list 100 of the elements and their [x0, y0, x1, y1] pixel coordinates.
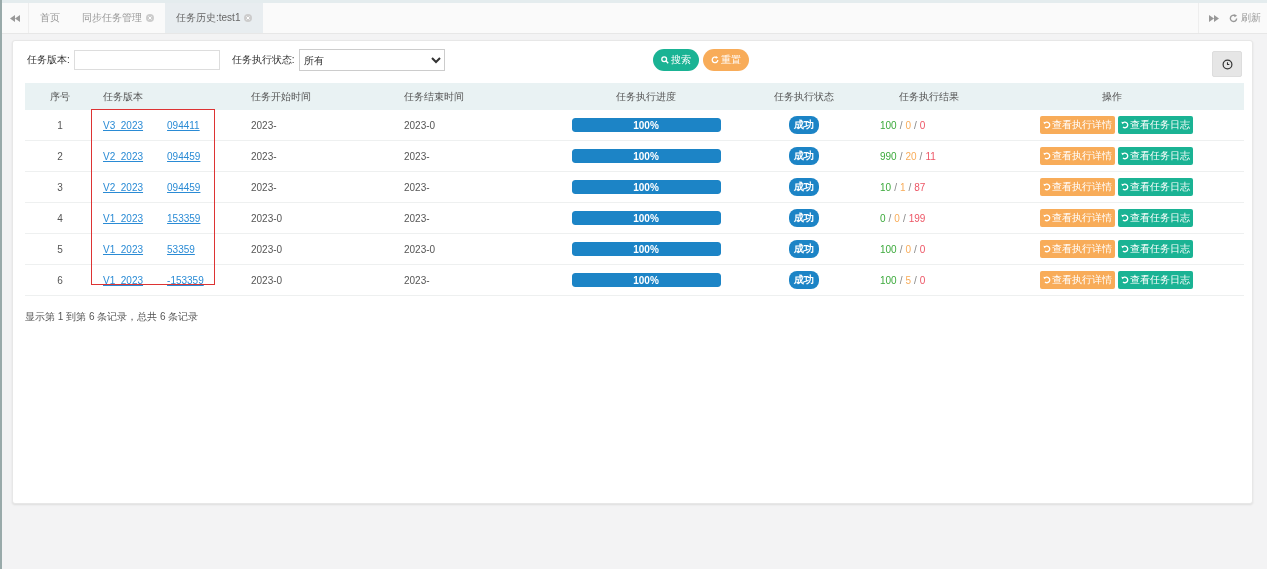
- separator: /: [914, 274, 917, 286]
- clock-button[interactable]: [1212, 51, 1242, 77]
- start-time: 2023-0: [251, 212, 283, 224]
- separator: /: [902, 212, 906, 224]
- result-count: 0: [919, 274, 926, 286]
- version-input-field[interactable]: [73, 50, 220, 70]
- log-button[interactable]: 查看任务日志: [1118, 271, 1193, 289]
- close-icon[interactable]: [146, 14, 154, 22]
- result-count: 87: [914, 181, 926, 193]
- version-link[interactable]: V1_2023: [103, 274, 144, 286]
- pagination-info: 显示第 1 到第 6 条记录，总共 6 条记录: [25, 310, 200, 324]
- separator: /: [914, 119, 917, 131]
- result-count: 11: [925, 150, 936, 162]
- log-button[interactable]: 查看任务日志: [1118, 240, 1193, 258]
- end-time: 2023-: [404, 181, 430, 193]
- separator: /: [888, 212, 892, 224]
- result-count: 0: [919, 243, 926, 255]
- start-time: 2023-0: [251, 274, 283, 286]
- row-number: 3: [57, 181, 63, 193]
- version-link[interactable]: V1_2023: [103, 212, 144, 224]
- status-badge: 成功: [789, 178, 819, 196]
- result-count: 100: [880, 243, 897, 255]
- status-dropdown[interactable]: 所有: [298, 49, 445, 71]
- column-header: 任务执行结果: [899, 90, 959, 102]
- separator: /: [899, 243, 903, 255]
- version-link[interactable]: -153359: [167, 274, 204, 286]
- version-link[interactable]: 153359: [167, 212, 201, 224]
- tab[interactable]: 同步任务管理: [71, 3, 165, 33]
- column-header: 任务结束时间: [404, 90, 464, 102]
- version-link[interactable]: V1_2023: [103, 243, 144, 255]
- version-link[interactable]: 094459: [167, 181, 201, 193]
- separator: /: [914, 243, 917, 255]
- version-link[interactable]: V2_2023: [103, 181, 144, 193]
- separator: /: [908, 181, 912, 193]
- backward-icon[interactable]: [10, 14, 20, 22]
- result-count: 0: [905, 119, 912, 131]
- column-header: 任务执行进度: [616, 90, 676, 102]
- details-button[interactable]: 查看执行详情: [1040, 178, 1115, 196]
- result-count: 1: [899, 181, 906, 193]
- progress-fill: 100%: [571, 211, 721, 225]
- search-button[interactable]: 搜索: [652, 49, 699, 71]
- version-link[interactable]: V2_2023: [103, 150, 144, 162]
- undo-icon: [1121, 245, 1129, 253]
- end-time: 2023-: [404, 274, 430, 286]
- result-count: 199: [908, 212, 926, 224]
- undo-icon: [1121, 183, 1129, 191]
- details-button[interactable]: 查看执行详情: [1040, 240, 1115, 258]
- separator: /: [899, 150, 903, 162]
- search-icon: [660, 56, 669, 64]
- row-number: 4: [57, 212, 63, 224]
- result-count: 0: [905, 243, 912, 255]
- status-badge: 成功: [789, 271, 819, 289]
- start-time: 2023-0: [251, 243, 283, 255]
- result-count: 0: [880, 212, 886, 224]
- undo-icon: [1043, 183, 1051, 191]
- progress-fill: 100%: [571, 149, 721, 163]
- tab[interactable]: 首页: [29, 3, 71, 33]
- log-button[interactable]: 查看任务日志: [1118, 209, 1193, 227]
- tab[interactable]: 任务历史:test1: [165, 3, 264, 33]
- progress-fill: 100%: [571, 242, 721, 256]
- result-count: 100: [880, 274, 897, 286]
- undo-icon: [1043, 152, 1051, 160]
- details-button[interactable]: 查看执行详情: [1040, 209, 1115, 227]
- forward-icon[interactable]: [1209, 14, 1219, 22]
- details-button[interactable]: 查看执行详情: [1040, 147, 1115, 165]
- status-badge: 成功: [789, 147, 819, 165]
- filter-label: 任务版本:: [27, 53, 70, 67]
- column-header: 任务执行状态: [774, 90, 834, 102]
- status-badge: 成功: [789, 240, 819, 258]
- clock-icon: [1221, 58, 1233, 70]
- column-header: 任务开始时间: [251, 90, 311, 102]
- result-count: 10: [880, 181, 892, 193]
- refresh-button[interactable]: 刷新: [1229, 11, 1261, 25]
- start-time: 2023-: [251, 119, 277, 131]
- log-button[interactable]: 查看任务日志: [1118, 116, 1193, 134]
- log-button[interactable]: 查看任务日志: [1118, 178, 1193, 196]
- separator: /: [894, 181, 897, 193]
- version-link[interactable]: 53359: [167, 243, 195, 255]
- result-count: 5: [905, 274, 912, 286]
- status-badge: 成功: [789, 209, 819, 227]
- reset-button[interactable]: 重置: [702, 49, 749, 71]
- progress-fill: 100%: [571, 118, 721, 132]
- version-link[interactable]: 094459: [167, 150, 201, 162]
- status-badge: 成功: [789, 116, 819, 134]
- result-count: 100: [880, 119, 897, 131]
- progress-fill: 100%: [571, 180, 721, 194]
- close-icon[interactable]: [244, 14, 253, 22]
- row-number: 2: [57, 150, 63, 162]
- undo-icon: [1121, 121, 1129, 129]
- progress-fill: 100%: [571, 273, 721, 287]
- result-count: 0: [894, 212, 900, 224]
- details-button[interactable]: 查看执行详情: [1040, 116, 1115, 134]
- version-link[interactable]: 094411: [167, 119, 200, 131]
- end-time: 2023-: [404, 212, 430, 224]
- version-link[interactable]: V3_2023: [103, 119, 144, 131]
- result-count: 990: [880, 150, 897, 162]
- undo-icon: [1121, 152, 1129, 160]
- details-button[interactable]: 查看执行详情: [1040, 271, 1115, 289]
- result-count: 20: [905, 150, 917, 162]
- log-button[interactable]: 查看任务日志: [1118, 147, 1193, 165]
